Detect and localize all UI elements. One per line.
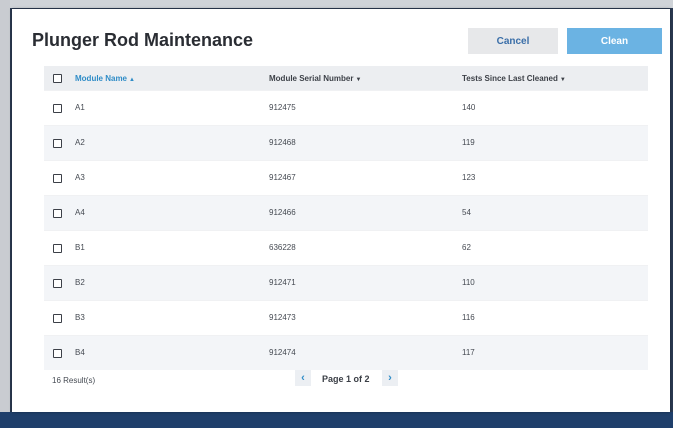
module-name-cell: B4 — [75, 348, 85, 357]
module-name-cell: B2 — [75, 278, 85, 287]
results-count: 16 Result(s) — [52, 376, 96, 385]
table-row[interactable]: A2 912468 119 — [44, 125, 648, 160]
tests-count-cell: 117 — [462, 348, 475, 357]
table-row[interactable]: B3 912473 116 — [44, 300, 648, 335]
plunger-rod-maintenance-dialog: Plunger Rod Maintenance Cancel Clean Mod… — [12, 9, 670, 412]
tests-count-cell: 119 — [462, 138, 475, 147]
module-name-cell: B1 — [75, 243, 85, 252]
tests-count-cell: 116 — [462, 313, 475, 322]
row-checkbox[interactable] — [53, 139, 62, 148]
serial-number-cell: 912475 — [269, 103, 296, 112]
serial-number-cell: 912474 — [269, 348, 296, 357]
column-header-tests-since-last-cleaned[interactable]: Tests Since Last Cleaned ▼ — [462, 74, 566, 83]
row-checkbox[interactable] — [53, 349, 62, 358]
select-all-checkbox[interactable] — [53, 74, 62, 83]
module-name-cell: B3 — [75, 313, 85, 322]
row-checkbox[interactable] — [53, 209, 62, 218]
backdrop-left — [0, 0, 10, 428]
module-name-cell: A1 — [75, 103, 85, 112]
row-checkbox[interactable] — [53, 279, 62, 288]
serial-number-cell: 912466 — [269, 208, 296, 217]
row-checkbox[interactable] — [53, 104, 62, 113]
modules-table: Module Name ▲ Module Serial Number ▼ Tests… — [44, 66, 648, 370]
column-header-module-serial-number[interactable]: Module Serial Number ▼ — [269, 74, 361, 83]
backdrop — [0, 0, 673, 8]
row-checkbox[interactable] — [53, 174, 62, 183]
table-row[interactable]: B2 912471 110 — [44, 265, 648, 300]
table-header: Module Name ▲ Module Serial Number ▼ Tests… — [44, 66, 648, 90]
table-row[interactable]: A4 912466 54 — [44, 195, 648, 230]
table-row[interactable]: A3 912467 123 — [44, 160, 648, 195]
module-name-cell: A3 — [75, 173, 85, 182]
module-name-cell: A4 — [75, 208, 85, 217]
tests-count-cell: 123 — [462, 173, 476, 182]
serial-number-cell: 912467 — [269, 173, 296, 182]
dialog-title: Plunger Rod Maintenance — [32, 30, 254, 50]
chevron-left-icon[interactable]: ‹ — [295, 370, 311, 386]
serial-number-cell: 912468 — [269, 138, 296, 147]
page-indicator: Page 1 of 2 — [322, 374, 370, 384]
tests-count-cell: 110 — [462, 278, 475, 287]
table-row[interactable]: A1 912475 140 — [44, 90, 648, 125]
taskbar-strip — [0, 412, 673, 428]
table-row[interactable]: B4 912474 117 — [44, 335, 648, 370]
serial-number-cell: 912473 — [269, 313, 296, 322]
sort-desc-icon: ▼ — [355, 77, 362, 83]
clean-button[interactable]: Clean — [567, 28, 662, 54]
cancel-button[interactable]: Cancel — [468, 28, 558, 54]
serial-number-cell: 912471 — [269, 278, 296, 287]
table-row[interactable]: B1 636228 62 — [44, 230, 648, 265]
sort-desc-icon: ▼ — [559, 77, 566, 83]
row-checkbox[interactable] — [53, 314, 62, 323]
tests-count-cell: 140 — [462, 103, 476, 112]
sort-asc-icon: ▲ — [129, 77, 135, 83]
row-checkbox[interactable] — [53, 244, 62, 253]
chevron-right-icon[interactable]: › — [382, 370, 398, 386]
module-name-cell: A2 — [75, 138, 85, 147]
column-header-module-name[interactable]: Module Name ▲ — [75, 74, 135, 83]
tests-count-cell: 62 — [462, 243, 471, 252]
serial-number-cell: 636228 — [269, 243, 296, 252]
tests-count-cell: 54 — [462, 208, 471, 217]
